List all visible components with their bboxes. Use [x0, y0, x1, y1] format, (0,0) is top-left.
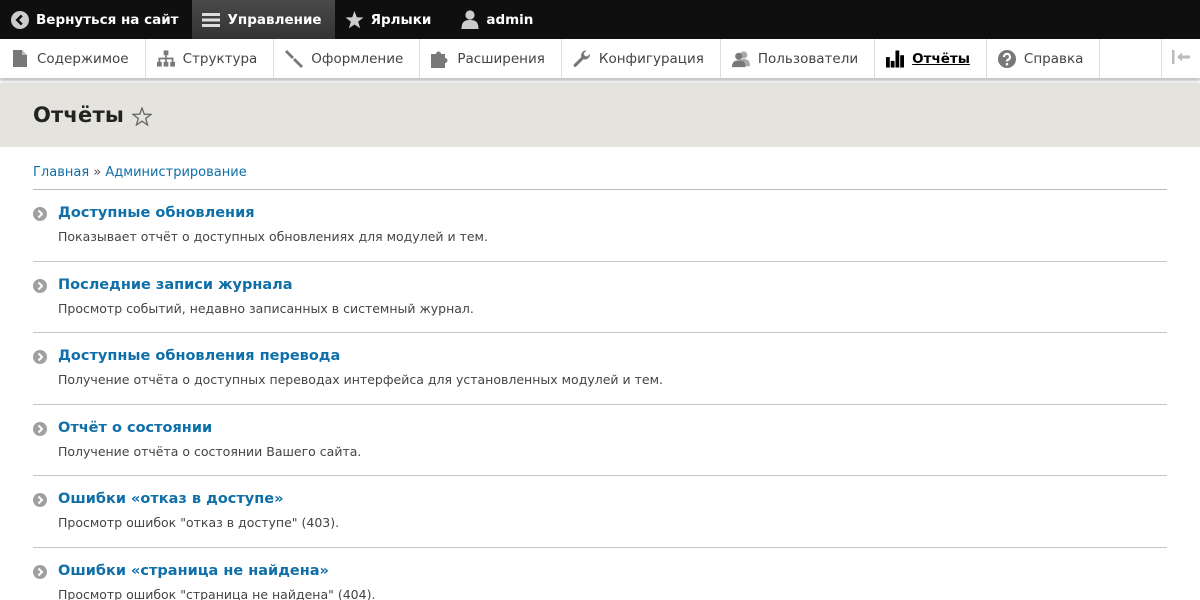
list-item-description: Получение отчёта о доступных переводах и… [58, 372, 663, 387]
list-item: Доступные обновления Показывает отчёт о … [33, 190, 1167, 262]
list-item-title-link[interactable]: Ошибки «отказ в доступе» [58, 491, 339, 507]
page-header: Отчёты [0, 83, 1200, 147]
breadcrumb-admin-link[interactable]: Администрирование [105, 165, 246, 180]
list-item-title-link[interactable]: Отчёт о состоянии [58, 420, 361, 436]
bar-chart-icon [886, 49, 905, 68]
page-title: Отчёты [33, 103, 125, 127]
breadcrumb-separator: » [93, 165, 102, 180]
chevron-right-circle-icon [33, 204, 58, 247]
help-icon [997, 49, 1016, 68]
tray-item-label: Справка [1023, 50, 1084, 67]
tray-item-label: Пользователи [757, 50, 859, 67]
list-item-title-link[interactable]: Ошибки «страница не найдена» [58, 563, 375, 579]
admin-list: Доступные обновления Показывает отчёт о … [33, 190, 1167, 600]
chevron-right-circle-icon [33, 490, 58, 533]
chevron-right-circle-icon [33, 562, 58, 600]
list-item: Доступные обновления перевода Получение … [33, 333, 1167, 405]
puzzle-icon [431, 50, 449, 68]
list-item: Последние записи журнала Просмотр событи… [33, 262, 1167, 333]
list-item-description: Получение отчёта о состоянии Вашего сайт… [58, 443, 362, 459]
tray-item-help[interactable]: Справка [987, 39, 1101, 78]
tray-item-label: Расширения [457, 50, 545, 67]
tray-item-reports[interactable]: Отчёты [875, 39, 987, 78]
users-icon [731, 50, 750, 68]
main-content: Главная » Администрирование Доступные об… [0, 147, 1200, 600]
brush-icon [285, 49, 304, 68]
tray-item-label: Конфигурация [598, 50, 704, 67]
tray-item-label: Содержимое [37, 50, 129, 67]
tray-item-label: Отчёты [912, 50, 970, 67]
tray-orientation-toggle[interactable] [1161, 39, 1200, 78]
tray-item-people[interactable]: Пользователи [721, 39, 876, 78]
user-button[interactable]: admin [444, 0, 546, 39]
tray-item-extend[interactable]: Расширения [420, 39, 562, 78]
shortcuts-label: Ярлыки [370, 11, 432, 28]
list-item-description: Просмотр событий, недавно записанных в с… [58, 300, 474, 316]
breadcrumb: Главная » Администрирование [33, 147, 1167, 190]
wrench-icon [573, 49, 591, 68]
list-item-title-link[interactable]: Доступные обновления перевода [58, 348, 663, 364]
list-item-description: Просмотр ошибок "отказ в доступе" (403). [58, 515, 340, 530]
back-to-site-button[interactable]: Вернуться на сайт [0, 0, 192, 39]
back-to-site-label: Вернуться на сайт [36, 11, 179, 28]
hamburger-icon [202, 10, 221, 29]
tray-item-content[interactable]: Содержимое [0, 39, 146, 78]
list-item-title-link[interactable]: Доступные обновления [58, 205, 488, 221]
list-item: Ошибки «отказ в доступе» Просмотр ошибок… [33, 476, 1167, 548]
manage-label: Управление [227, 11, 322, 28]
chevron-right-circle-icon [33, 276, 58, 319]
tray-item-label: Структура [182, 50, 258, 67]
add-shortcut-star-icon[interactable] [132, 106, 153, 126]
tray-item-appearance[interactable]: Оформление [274, 39, 421, 78]
tray-spacer [1100, 39, 1161, 78]
list-item-description: Показывает отчёт о доступных обновлениях… [58, 229, 488, 244]
shortcuts-button[interactable]: Ярлыки [335, 0, 445, 39]
chevron-right-circle-icon [33, 347, 58, 390]
star-icon [345, 10, 364, 29]
manage-button[interactable]: Управление [191, 0, 335, 39]
structure-icon [156, 50, 175, 68]
admin-menu-tray: Содержимое Структура Оформление Расширен… [0, 39, 1200, 79]
list-item: Отчёт о состоянии Получение отчёта о сос… [33, 405, 1167, 476]
list-item-title-link[interactable]: Последние записи журнала [58, 277, 474, 293]
chevron-left-circle-icon [10, 10, 29, 29]
list-item: Ошибки «страница не найдена» Просмотр ош… [33, 548, 1167, 600]
user-icon [460, 10, 479, 29]
tray-item-structure[interactable]: Структура [146, 39, 275, 78]
admin-toolbar: Вернуться на сайт Управление Ярлыки admi… [0, 0, 1200, 39]
file-icon [11, 50, 29, 68]
chevron-right-circle-icon [33, 419, 58, 462]
tray-item-label: Оформление [311, 50, 404, 67]
user-label: admin [486, 11, 534, 28]
breadcrumb-home-link[interactable]: Главная [33, 165, 89, 180]
collapse-left-icon [1172, 49, 1190, 68]
list-item-description: Просмотр ошибок "страница не найдена" (4… [58, 586, 376, 600]
tray-item-config[interactable]: Конфигурация [562, 39, 721, 78]
